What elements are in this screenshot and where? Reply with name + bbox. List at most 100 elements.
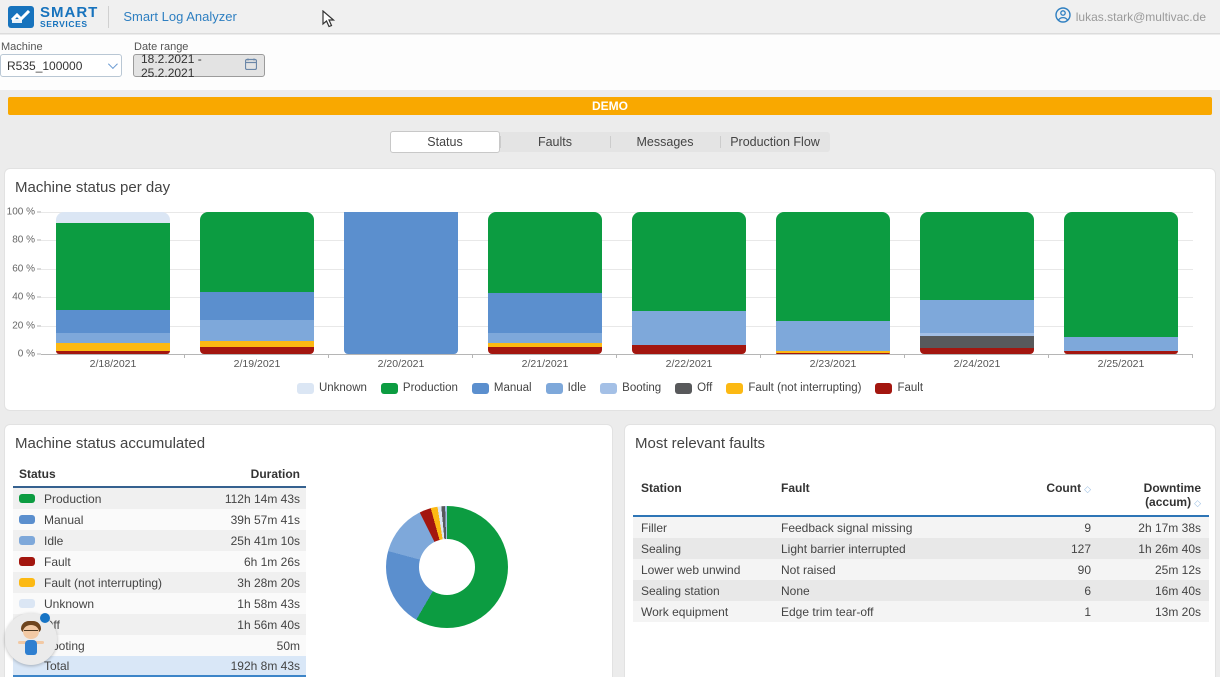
fault-description: Edge trim tear-off [781,605,1001,619]
bar-segment-manual[interactable] [56,310,170,333]
status-name: Manual [44,513,83,527]
fault-count: 1 [1001,605,1091,619]
status-row-off[interactable]: Off1h 56m 40s [13,614,306,635]
stacked-bar-chart[interactable]: 100 %80 %60 %40 %20 %0 % [41,212,1193,354]
machine-status-per-day-card: Machine status per day 100 %80 %60 %40 %… [4,168,1216,411]
status-row-fault[interactable]: Fault6h 1m 26s [13,551,306,572]
status-duration: 25h 41m 10s [231,534,300,548]
bar-segment-idle[interactable] [776,321,890,351]
bar-slot [329,212,473,354]
bar-segment-manual[interactable] [488,293,602,333]
bar-segment-fault[interactable] [200,347,314,354]
bar-segment-fault[interactable] [56,351,170,354]
bar-segment-fault[interactable] [488,347,602,354]
bar-segment-production[interactable] [200,212,314,292]
status-donut-chart[interactable] [386,506,508,628]
bar-segment-production[interactable] [488,212,602,293]
bar-segment-manual[interactable] [344,212,458,354]
legend-item-off[interactable]: Off [675,382,712,394]
user-email: lukas.stark@multivac.de [1076,10,1206,24]
status-row-unknown[interactable]: Unknown1h 58m 43s [13,593,306,614]
bar-segment-idle[interactable] [200,320,314,341]
bar-slot [617,212,761,354]
legend-item-production[interactable]: Production [381,382,458,394]
status-row-production[interactable]: Production112h 14m 43s [13,488,306,509]
stacked-bar-2-18-2021[interactable] [56,212,170,354]
bar-segment-unknown[interactable] [56,212,170,223]
bar-segment-idle[interactable] [488,333,602,343]
legend-item-unknown[interactable]: Unknown [297,382,367,394]
stacked-bar-2-20-2021[interactable] [344,212,458,354]
bar-segment-idle[interactable] [632,311,746,345]
status-row-manual[interactable]: Manual39h 57m 41s [13,509,306,530]
legend-swatch [297,383,314,394]
x-axis-labels: 2/18/20212/19/20212/20/20212/21/20212/22… [41,358,1193,370]
stacked-bar-2-22-2021[interactable] [632,212,746,354]
fault-row-lower-web-unwind[interactable]: Lower web unwindNot raised9025m 12s [633,559,1209,580]
stacked-bar-2-24-2021[interactable] [920,212,1034,354]
machine-select[interactable]: R535_100000 [0,54,122,77]
bar-segment-fault[interactable] [1064,351,1178,354]
y-axis-tick-label: 40 % [12,292,35,303]
status-duration: 50m [277,639,300,653]
brand-line2: SERVICES [40,20,98,29]
legend-item-booting[interactable]: Booting [600,382,661,394]
tab-production-flow[interactable]: Production Flow [720,132,830,152]
bar-segment-production[interactable] [56,223,170,310]
tab-messages[interactable]: Messages [610,132,720,152]
chart-legend: Unknown Production Manual Idle Booting Off Fau… [5,382,1215,394]
status-swatch [19,515,35,524]
fault-station: Lower web unwind [641,563,781,577]
x-axis-label: 2/21/2021 [473,358,617,370]
fault-description: Not raised [781,563,1001,577]
bar-segment-fault-not-interrupting-[interactable] [56,343,170,352]
bar-segment-production[interactable] [920,212,1034,300]
user-account[interactable]: lukas.stark@multivac.de [1055,7,1220,26]
stacked-bar-2-23-2021[interactable] [776,212,890,354]
stacked-bar-2-21-2021[interactable] [488,212,602,354]
stacked-bar-2-25-2021[interactable] [1064,212,1178,354]
count-column-header[interactable]: Count◇ [1001,481,1091,509]
legend-item-fault[interactable]: Fault [875,382,923,394]
x-axis-label: 2/22/2021 [617,358,761,370]
bar-segment-idle[interactable] [1064,337,1178,351]
status-row-fault-not-interrupting-[interactable]: Fault (not interrupting)3h 28m 20s [13,572,306,593]
tab-faults[interactable]: Faults [500,132,610,152]
date-range-input[interactable]: 18.2.2021 - 25.2.2021 [133,54,265,77]
y-axis-tick-label: 0 % [18,349,35,360]
fault-row-sealing-station[interactable]: Sealing stationNone616m 40s [633,580,1209,601]
brand-logo[interactable]: SMART SERVICES [0,5,98,29]
bar-segment-production[interactable] [1064,212,1178,337]
legend-label: Unknown [319,382,367,394]
bar-segment-fault[interactable] [920,348,1034,354]
tab-status[interactable]: Status [390,131,500,153]
bar-segment-idle[interactable] [920,300,1034,333]
faults-table-header: Station Fault Count◇ Downtime (accum)◇ [633,477,1209,517]
total-label: Total [44,659,69,673]
bar-segment-production[interactable] [632,212,746,311]
legend-swatch [381,383,398,394]
machine-select-value: R535_100000 [7,59,82,73]
top-header: SMART SERVICES Smart Log Analyzer lukas.… [0,0,1220,34]
bar-segment-fault[interactable] [776,353,890,354]
bar-segment-off[interactable] [920,336,1034,349]
stacked-bar-2-19-2021[interactable] [200,212,314,354]
sort-icon: ◇ [1084,484,1091,494]
bar-segment-production[interactable] [776,212,890,321]
downtime-column-header[interactable]: Downtime (accum)◇ [1091,481,1201,509]
bar-segment-fault[interactable] [632,345,746,354]
calendar-icon [245,58,257,73]
fault-row-sealing[interactable]: SealingLight barrier interrupted1271h 26… [633,538,1209,559]
x-axis-label: 2/24/2021 [905,358,1049,370]
legend-item-manual[interactable]: Manual [472,382,532,394]
fault-row-work-equipment[interactable]: Work equipmentEdge trim tear-off113m 20s [633,601,1209,622]
legend-item-fault-not-interrupting-[interactable]: Fault (not interrupting) [726,382,861,394]
x-axis-label: 2/20/2021 [329,358,473,370]
bar-segment-idle[interactable] [56,333,170,343]
demo-banner: DEMO [8,97,1212,115]
assistant-avatar[interactable] [5,613,57,665]
bar-segment-manual[interactable] [200,292,314,320]
status-row-idle[interactable]: Idle25h 41m 10s [13,530,306,551]
legend-item-idle[interactable]: Idle [546,382,587,394]
fault-row-filler[interactable]: FillerFeedback signal missing92h 17m 38s [633,517,1209,538]
